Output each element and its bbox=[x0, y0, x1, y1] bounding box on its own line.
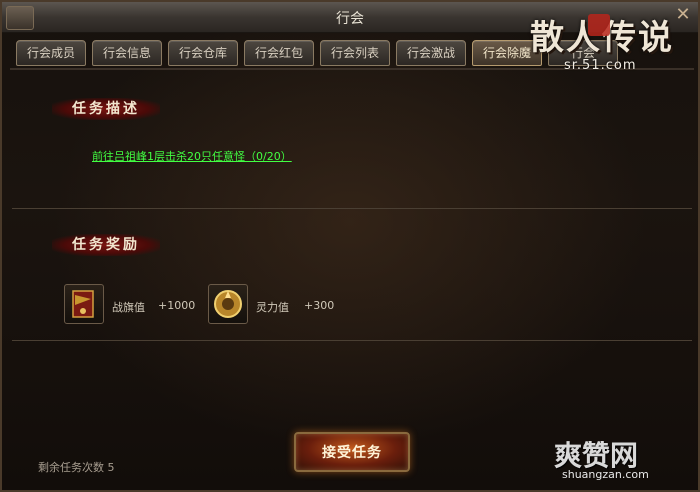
reward-value-war-banner: +1000 bbox=[158, 299, 196, 312]
task-description-header: 任务描述 bbox=[52, 98, 160, 120]
tab-guild-info[interactable]: 行会信息 bbox=[92, 40, 162, 66]
reward-label-war-banner: 战旗值 bbox=[112, 301, 145, 314]
tab-guild-red-packet[interactable]: 行会红包 bbox=[244, 40, 314, 66]
tab-guild-list[interactable]: 行会列表 bbox=[320, 40, 390, 66]
task-description-link[interactable]: 前往吕祖峰1层击杀20只任意怪（0/20） bbox=[92, 148, 292, 164]
site-watermark: 爽赞网 shuangzan.com bbox=[554, 434, 684, 488]
tab-guild-battle[interactable]: 行会激战 bbox=[396, 40, 466, 66]
bottom-divider bbox=[12, 340, 692, 341]
task-reward-header: 任务奖励 bbox=[52, 234, 160, 256]
reward-label-spirit: 灵力值 bbox=[256, 301, 289, 314]
logo-seal-icon bbox=[588, 14, 610, 36]
logo-url: sr.51.com bbox=[564, 58, 637, 73]
tab-bar: 行会成员 行会信息 行会仓库 行会红包 行会列表 行会激战 行会除魔 行会 bbox=[16, 40, 618, 66]
watermark-url: shuangzan.com bbox=[562, 468, 649, 481]
war-banner-icon[interactable] bbox=[64, 284, 104, 324]
remaining-task-count: 剩余任务次数 5 bbox=[38, 461, 115, 474]
accept-task-button[interactable]: 接受任务 bbox=[294, 432, 410, 472]
tab-guild-members[interactable]: 行会成员 bbox=[16, 40, 86, 66]
reward-value-spirit: +300 bbox=[304, 299, 335, 312]
game-logo: 散人传说 sr.51.com bbox=[530, 10, 680, 82]
section-divider bbox=[12, 208, 692, 209]
guild-window: 行会 ✕ 行会成员 行会信息 行会仓库 行会红包 行会列表 行会激战 行会除魔 … bbox=[0, 0, 700, 492]
tab-guild-warehouse[interactable]: 行会仓库 bbox=[168, 40, 238, 66]
spirit-orb-icon[interactable] bbox=[208, 284, 248, 324]
